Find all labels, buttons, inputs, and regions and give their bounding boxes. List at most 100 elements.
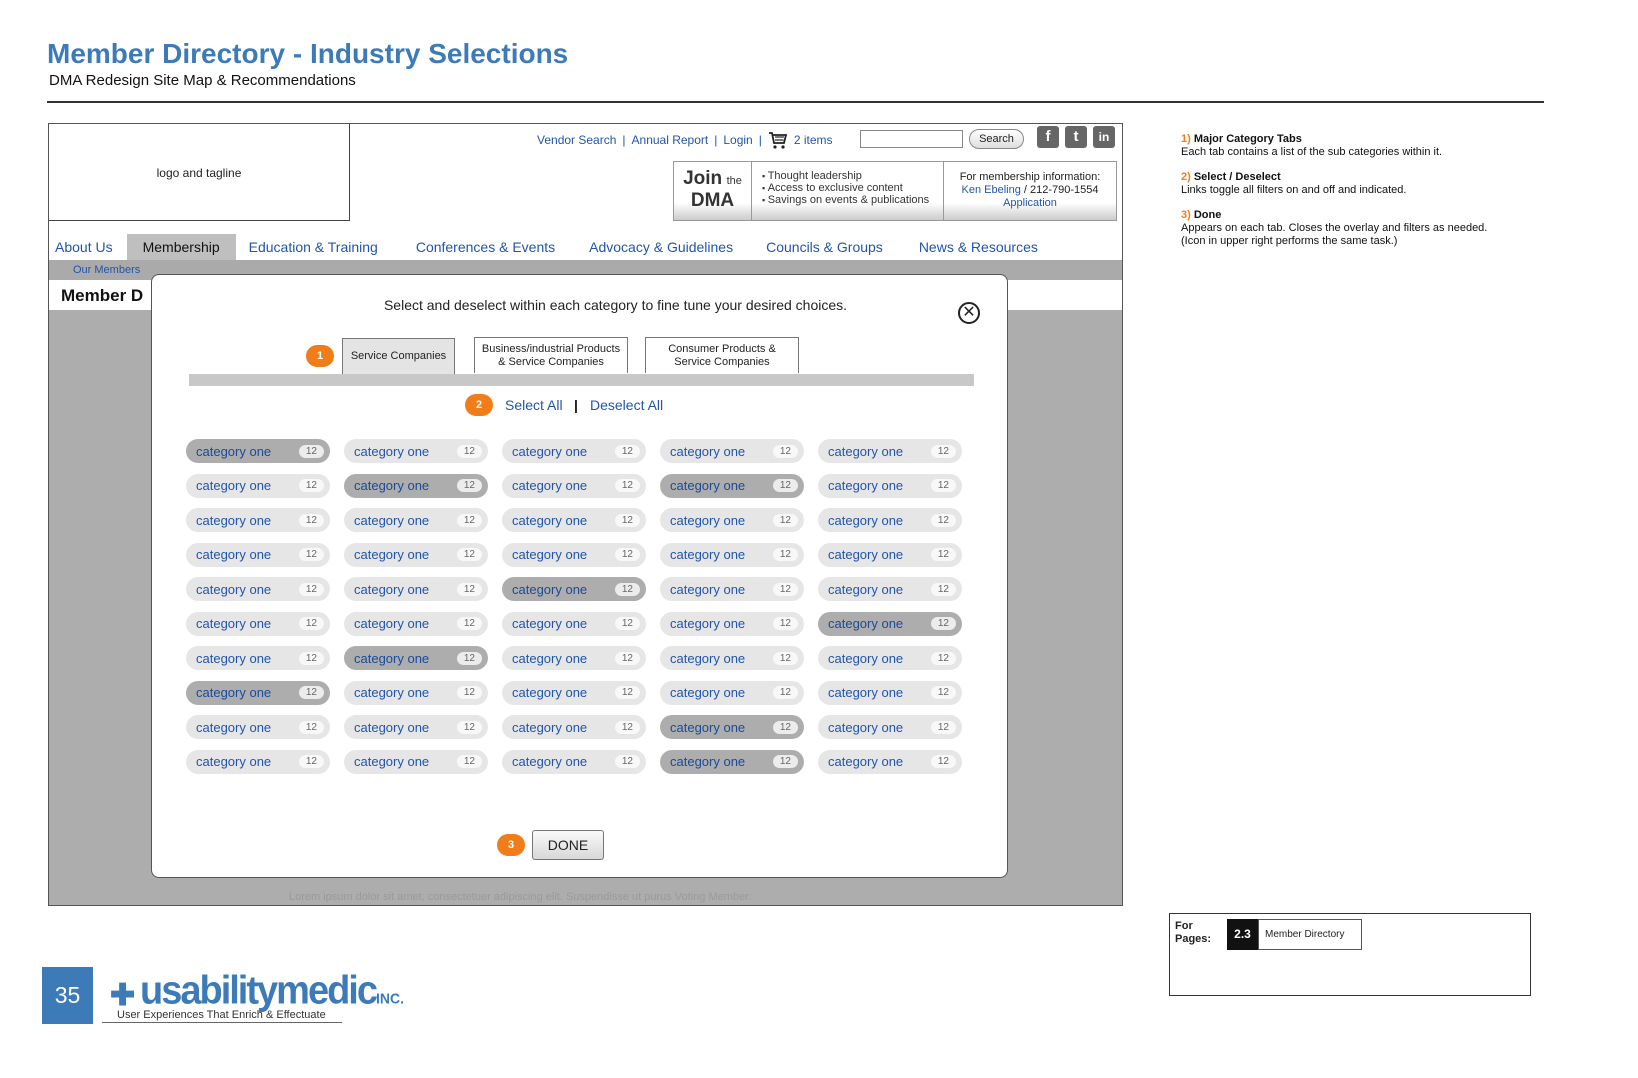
category-pill[interactable]: category one 12 bbox=[186, 646, 330, 670]
category-pill[interactable]: category one 12 bbox=[344, 715, 488, 739]
category-pill[interactable]: category one 12 bbox=[660, 646, 804, 670]
category-pill[interactable]: category one 12 bbox=[502, 715, 646, 739]
category-count-badge: 12 bbox=[614, 548, 640, 561]
tab-service-companies[interactable]: Service Companies bbox=[342, 338, 455, 374]
category-pill[interactable]: category one 12 bbox=[660, 715, 804, 739]
category-pill[interactable]: category one 12 bbox=[660, 749, 804, 774]
category-pill[interactable]: category one 12 bbox=[344, 749, 488, 774]
category-count-badge: 12 bbox=[614, 582, 640, 596]
category-label: category one bbox=[670, 547, 746, 562]
category-pill[interactable]: category one 12 bbox=[186, 680, 330, 705]
category-pill[interactable]: category one 12 bbox=[818, 611, 962, 636]
facebook-icon[interactable]: f bbox=[1037, 126, 1059, 148]
category-count-badge: 12 bbox=[614, 617, 640, 630]
close-icon[interactable]: ✕ bbox=[958, 302, 980, 324]
category-pill[interactable]: category one 12 bbox=[344, 646, 488, 670]
category-pill[interactable]: category one 12 bbox=[186, 508, 330, 532]
category-pill[interactable]: category one 12 bbox=[344, 473, 488, 498]
category-label: category one bbox=[512, 478, 588, 493]
linkedin-icon[interactable]: in bbox=[1093, 126, 1115, 148]
category-count-badge: 12 bbox=[456, 651, 482, 665]
select-all-link[interactable]: Select All bbox=[505, 397, 563, 413]
tab-consumer-products[interactable]: Consumer Products & Service Companies bbox=[645, 337, 799, 373]
category-pill[interactable]: category one 12 bbox=[502, 680, 646, 705]
category-count-badge: 12 bbox=[614, 651, 640, 665]
category-pill[interactable]: category one 12 bbox=[818, 439, 962, 463]
category-pill[interactable]: category one 12 bbox=[344, 611, 488, 636]
twitter-icon[interactable]: t bbox=[1065, 126, 1087, 148]
category-pill[interactable]: category one 12 bbox=[186, 542, 330, 567]
nav-education-training[interactable]: Education & Training bbox=[243, 234, 384, 260]
category-pill[interactable]: category one 12 bbox=[186, 611, 330, 636]
cart-icon[interactable] bbox=[768, 130, 788, 150]
category-pill[interactable]: category one 12 bbox=[660, 542, 804, 567]
category-pill[interactable]: category one 12 bbox=[660, 439, 804, 463]
category-pill[interactable]: category one 12 bbox=[818, 680, 962, 705]
category-count-badge: 12 bbox=[930, 617, 956, 630]
breadcrumb[interactable]: Our Members bbox=[73, 264, 140, 276]
cart-count[interactable]: 2 items bbox=[794, 133, 833, 147]
category-label: category one bbox=[670, 754, 746, 769]
join-dma-button[interactable]: Join the DMA bbox=[674, 162, 752, 220]
category-count-badge: 12 bbox=[614, 720, 640, 734]
category-pill[interactable]: category one 12 bbox=[502, 473, 646, 498]
category-label: category one bbox=[670, 616, 746, 631]
category-label: category one bbox=[828, 685, 904, 700]
category-count-badge: 12 bbox=[930, 479, 956, 492]
category-pill[interactable]: category one 12 bbox=[186, 439, 330, 463]
nav-conferences-events[interactable]: Conferences & Events bbox=[410, 234, 561, 260]
category-pill[interactable]: category one 12 bbox=[660, 577, 804, 601]
category-pill[interactable]: category one 12 bbox=[344, 542, 488, 567]
category-pill[interactable]: category one 12 bbox=[818, 542, 962, 567]
annual-report-link[interactable]: Annual Report bbox=[632, 133, 709, 147]
category-pill[interactable]: category one 12 bbox=[344, 680, 488, 705]
category-pill[interactable]: category one 12 bbox=[502, 577, 646, 601]
category-pill[interactable]: category one 12 bbox=[186, 749, 330, 774]
category-label: category one bbox=[512, 616, 588, 631]
category-pill[interactable]: category one 12 bbox=[502, 508, 646, 532]
category-count-badge: 12 bbox=[456, 582, 482, 596]
category-pill[interactable]: category one 12 bbox=[660, 508, 804, 532]
category-pill[interactable]: category one 12 bbox=[818, 577, 962, 601]
nav-advocacy-guidelines[interactable]: Advocacy & Guidelines bbox=[583, 234, 739, 260]
nav-councils-groups[interactable]: Councils & Groups bbox=[760, 234, 889, 260]
category-pill[interactable]: category one 12 bbox=[502, 646, 646, 670]
deselect-all-link[interactable]: Deselect All bbox=[590, 397, 663, 413]
category-pill[interactable]: category one 12 bbox=[344, 508, 488, 532]
category-pill[interactable]: category one 12 bbox=[186, 715, 330, 739]
contact-name-link[interactable]: Ken Ebeling bbox=[962, 184, 1021, 196]
search-button[interactable]: Search bbox=[969, 129, 1024, 149]
category-pill[interactable]: category one 12 bbox=[502, 749, 646, 774]
category-pill[interactable]: category one 12 bbox=[818, 508, 962, 532]
category-count-badge: 12 bbox=[930, 444, 956, 458]
modal-instructions: Select and deselect within each category… bbox=[383, 297, 848, 313]
category-pill[interactable]: category one 12 bbox=[818, 473, 962, 498]
category-pill[interactable]: category one 12 bbox=[186, 577, 330, 601]
vendor-search-link[interactable]: Vendor Search bbox=[537, 133, 616, 147]
category-pill[interactable]: category one 12 bbox=[502, 439, 646, 463]
login-link[interactable]: Login bbox=[723, 133, 752, 147]
category-pill[interactable]: category one 12 bbox=[818, 749, 962, 774]
category-label: category one bbox=[354, 547, 430, 562]
category-pill[interactable]: category one 12 bbox=[502, 611, 646, 636]
nav-news-resources[interactable]: News & Resources bbox=[913, 234, 1044, 260]
category-label: category one bbox=[512, 719, 588, 735]
category-pill[interactable]: category one 12 bbox=[186, 473, 330, 498]
category-pill[interactable]: category one 12 bbox=[502, 542, 646, 567]
nav-about-us[interactable]: About Us bbox=[49, 234, 119, 260]
category-label: category one bbox=[828, 719, 904, 735]
category-pill[interactable]: category one 12 bbox=[344, 439, 488, 463]
category-pill[interactable]: category one 12 bbox=[660, 473, 804, 498]
category-label: category one bbox=[354, 478, 430, 493]
category-pill[interactable]: category one 12 bbox=[660, 680, 804, 705]
category-pill[interactable]: category one 12 bbox=[660, 611, 804, 636]
category-pill[interactable]: category one 12 bbox=[818, 646, 962, 670]
tab-business-industrial[interactable]: Business/industrial Products & Service Co… bbox=[474, 337, 628, 373]
nav-membership[interactable]: Membership bbox=[126, 234, 236, 260]
search-input[interactable] bbox=[860, 130, 963, 148]
application-link[interactable]: Application bbox=[944, 197, 1116, 210]
category-pill[interactable]: category one 12 bbox=[344, 577, 488, 601]
category-pill[interactable]: category one 12 bbox=[818, 715, 962, 739]
done-button[interactable]: DONE bbox=[532, 830, 604, 860]
directory-heading: Member D bbox=[61, 286, 144, 305]
